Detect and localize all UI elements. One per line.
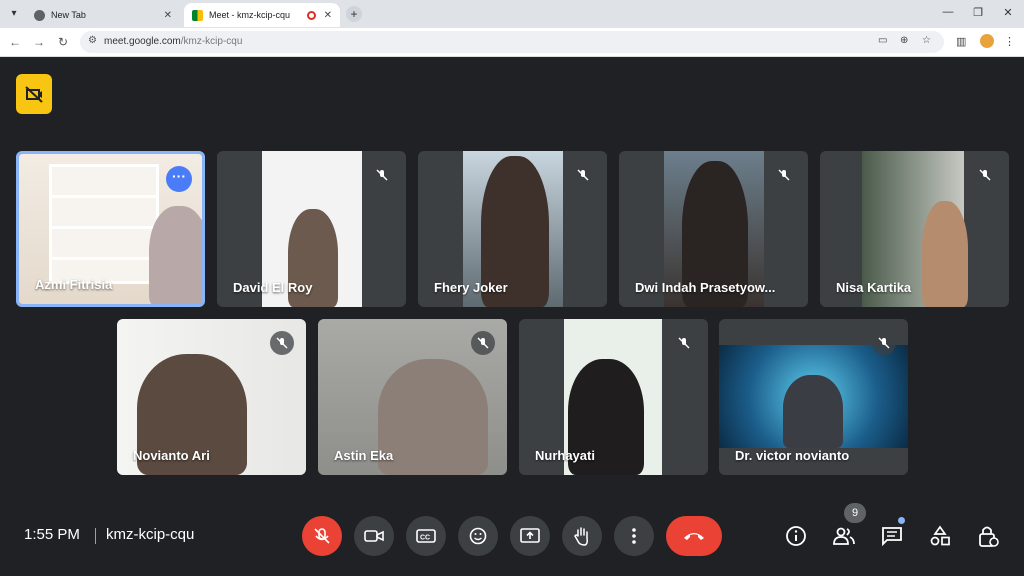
address-bar[interactable]: ⚙ meet.google.com/kmz-kcip-cqu ▭ ⊕ ☆ — [80, 31, 944, 53]
divider — [95, 528, 96, 544]
close-tab-icon[interactable]: ✕ — [164, 10, 172, 21]
person-silhouette — [922, 201, 968, 307]
participant-name: Dr. victor novianto — [735, 448, 850, 463]
participant-name: Nisa Kartika — [836, 280, 912, 295]
camera-in-use-icon[interactable]: ▭ — [878, 35, 887, 46]
menu-icon[interactable]: ⋮ — [1004, 35, 1015, 48]
participant-count-badge: 9 — [844, 503, 866, 523]
camera-icon — [364, 530, 384, 542]
present-button[interactable] — [510, 516, 550, 556]
svg-text:CC: CC — [420, 535, 430, 542]
emoji-icon — [469, 527, 487, 545]
unread-indicator — [898, 517, 905, 524]
mic-off-icon — [672, 331, 696, 355]
participant-name: Fhery Joker — [434, 280, 508, 295]
site-info-icon[interactable]: ⚙ — [88, 35, 97, 46]
participant-tile[interactable]: Dr. victor novianto — [719, 319, 908, 475]
chat-button[interactable] — [878, 522, 906, 550]
mic-off-icon — [270, 331, 294, 355]
chrome-icon — [34, 9, 45, 21]
reload-icon[interactable]: ↻ — [56, 35, 70, 49]
person-silhouette — [378, 359, 488, 475]
chat-icon — [882, 527, 902, 546]
meet-icon — [192, 9, 203, 21]
bookshelf — [49, 164, 159, 284]
back-icon[interactable]: ← — [8, 35, 22, 49]
more-options-icon[interactable]: ··· — [166, 166, 192, 192]
minimize-icon[interactable]: — — [940, 6, 956, 18]
participant-tile[interactable]: ··· Azmi Fitrisia — [16, 151, 205, 307]
tab-meet[interactable]: Meet - kmz-kcip-cqu ✕ — [184, 3, 340, 27]
meeting-details-button[interactable] — [782, 522, 810, 550]
people-button[interactable] — [830, 522, 858, 550]
recording-icon — [306, 10, 316, 20]
meeting-code: kmz-kcip-cqu — [106, 526, 195, 543]
forward-icon[interactable]: → — [32, 35, 46, 49]
side-panel-icon[interactable]: ▥ — [956, 35, 966, 48]
people-icon — [833, 527, 855, 545]
person-silhouette — [783, 375, 843, 448]
participant-name: Azmi Fitrisia — [35, 277, 113, 292]
mic-toggle-button[interactable] — [302, 516, 342, 556]
meet-stage — [0, 58, 1024, 576]
participant-tile[interactable]: Nurhayati — [519, 319, 708, 475]
participant-tile[interactable]: Nisa Kartika — [820, 151, 1009, 307]
mic-off-icon — [772, 163, 796, 187]
mic-off-icon — [973, 163, 997, 187]
mic-off-icon — [571, 163, 595, 187]
meeting-time: 1:55 PM — [24, 526, 80, 543]
more-options-icon — [632, 528, 636, 544]
leave-call-button[interactable] — [666, 516, 722, 556]
participant-name: Dwi Indah Prasetyow... — [635, 280, 776, 295]
participant-name: Novianto Ari — [133, 448, 210, 463]
person-silhouette — [149, 206, 202, 304]
end-call-icon — [684, 533, 704, 540]
close-window-icon[interactable]: ✕ — [1000, 6, 1016, 19]
bookmark-star-icon[interactable]: ☆ — [922, 35, 931, 46]
tab-title: Meet - kmz-kcip-cqu — [209, 10, 291, 20]
mic-off-icon — [471, 331, 495, 355]
info-icon — [786, 526, 806, 546]
tab-title: New Tab — [51, 10, 86, 20]
host-controls-button[interactable] — [974, 522, 1002, 550]
reactions-button[interactable] — [458, 516, 498, 556]
participant-tile[interactable]: Astin Eka — [318, 319, 507, 475]
profile-avatar[interactable] — [980, 34, 994, 48]
raise-hand-button[interactable] — [562, 516, 602, 556]
tab-search-icon[interactable]: ▾ — [6, 6, 22, 22]
participant-tile[interactable]: David El Roy — [217, 151, 406, 307]
host-indicator-icon[interactable] — [16, 74, 52, 114]
camera-toggle-button[interactable] — [354, 516, 394, 556]
more-options-button[interactable] — [614, 516, 654, 556]
url-host: meet.google.com — [104, 36, 181, 47]
participant-tile[interactable]: Dwi Indah Prasetyow... — [619, 151, 808, 307]
browser-toolbar: ← → ↻ ⚙ meet.google.com/kmz-kcip-cqu ▭ ⊕… — [0, 28, 1024, 57]
zoom-icon[interactable]: ⊕ — [900, 35, 908, 46]
participant-tile[interactable]: Novianto Ari — [117, 319, 306, 475]
mic-off-icon — [314, 528, 330, 544]
present-icon — [520, 528, 540, 543]
tab-new-tab[interactable]: New Tab ✕ — [26, 3, 180, 27]
activities-button[interactable] — [926, 522, 954, 550]
close-tab-icon[interactable]: ✕ — [324, 10, 332, 21]
url-path: /kmz-kcip-cqu — [180, 36, 243, 47]
tab-strip: ▾ New Tab ✕ Meet - kmz-kcip-cqu ✕ + — ❐ … — [0, 0, 1024, 28]
new-tab-button[interactable]: + — [346, 6, 362, 22]
mic-off-icon — [872, 331, 896, 355]
host-controls-icon — [979, 526, 999, 547]
captions-icon: CC — [416, 529, 436, 543]
participant-name: David El Roy — [233, 280, 313, 295]
participant-tile[interactable]: Fhery Joker — [418, 151, 607, 307]
mic-off-icon — [370, 163, 394, 187]
participant-name: Astin Eka — [334, 448, 394, 463]
participant-video — [719, 345, 908, 448]
captions-button[interactable]: CC — [406, 516, 446, 556]
raise-hand-icon — [574, 527, 588, 546]
restore-icon[interactable]: ❐ — [970, 6, 986, 19]
participant-name: Nurhayati — [535, 448, 595, 463]
url-text[interactable]: meet.google.com/kmz-kcip-cqu — [104, 36, 242, 47]
activities-icon — [930, 525, 950, 546]
